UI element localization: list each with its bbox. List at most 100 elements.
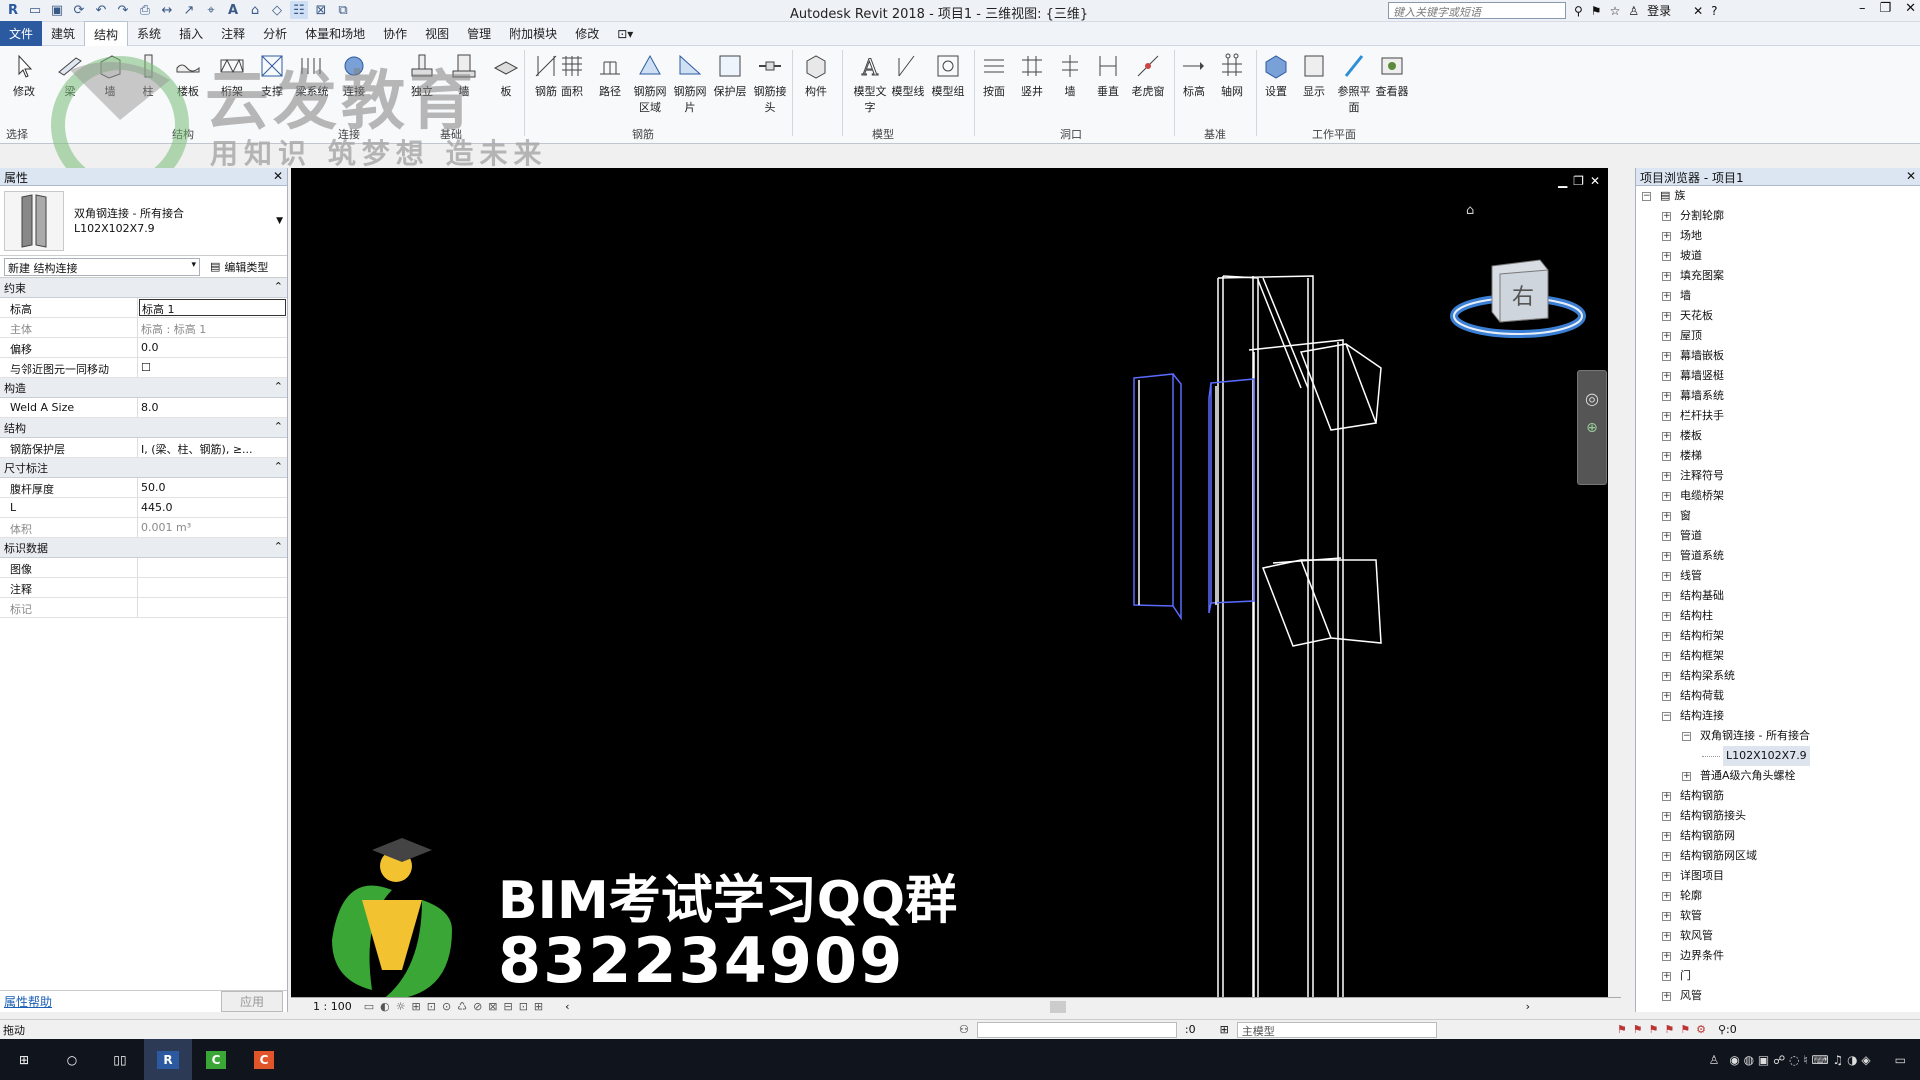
tree-item[interactable]: + 结构柱 xyxy=(1636,606,1920,626)
save-icon[interactable]: ▣ xyxy=(48,1,66,19)
property-group-header[interactable]: 约束 ⌃ xyxy=(0,278,287,298)
type-selector[interactable]: 双角钢连接 - 所有接合 L102X102X7.9 ▼ xyxy=(0,186,287,256)
tree-item[interactable]: + 结构荷载 xyxy=(1636,686,1920,706)
minimize-icon[interactable]: – xyxy=(1859,1,1866,16)
property-group-header[interactable]: 尺寸标注 ⌃ xyxy=(0,458,287,478)
collapse-icon[interactable]: − xyxy=(1642,191,1651,201)
expand-icon[interactable]: + xyxy=(1662,431,1671,441)
camtasia-taskbar-icon[interactable]: C xyxy=(192,1039,240,1080)
tree-item[interactable]: + 结构钢筋网区域 xyxy=(1636,846,1920,866)
steering-wheel-icon[interactable]: ◎ xyxy=(1578,389,1606,408)
cover-tool[interactable]: 保护层 xyxy=(712,52,748,99)
horizontal-scrollbar-thumb[interactable] xyxy=(1049,1000,1066,1013)
expand-icon[interactable]: + xyxy=(1662,531,1671,541)
property-value[interactable] xyxy=(138,558,287,577)
scroll-right-icon[interactable]: › xyxy=(1526,1000,1530,1013)
windows-start-icon[interactable]: ⊞ xyxy=(0,1039,48,1080)
model-text-tool[interactable]: A 模型文字 xyxy=(852,52,888,115)
expand-icon[interactable]: + xyxy=(1662,851,1671,861)
property-value[interactable]: 445.0 xyxy=(138,498,287,517)
design-option-select[interactable]: 主模型 xyxy=(1236,1021,1437,1038)
tree-item[interactable]: + 电缆桥架 xyxy=(1636,486,1920,506)
close-icon[interactable]: ✕ xyxy=(1905,1,1916,16)
expand-icon[interactable]: + xyxy=(1662,611,1671,621)
tree-item[interactable]: + 风管 xyxy=(1636,986,1920,1006)
coupler-tool[interactable]: 钢筋接头 xyxy=(752,52,788,115)
tree-item[interactable]: + 管道系统 xyxy=(1636,546,1920,566)
model-group-tool[interactable]: 模型组 xyxy=(930,52,966,99)
tree-item[interactable]: + 楼板 xyxy=(1636,426,1920,446)
show-workplane-tool[interactable]: 显示 xyxy=(1296,52,1332,99)
property-value[interactable]: 0.0 xyxy=(138,338,287,357)
view-scale[interactable]: 1 : 100 xyxy=(313,1000,352,1013)
switch-windows-icon[interactable]: ⧉ xyxy=(334,1,352,19)
design-options-icon[interactable]: ⊞ xyxy=(1220,1023,1229,1036)
expand-icon[interactable]: + xyxy=(1662,311,1671,321)
tree-item[interactable]: + 结构桁架 xyxy=(1636,626,1920,646)
expand-icon[interactable]: + xyxy=(1662,791,1671,801)
expand-icon[interactable]: + xyxy=(1662,511,1671,521)
dimension-icon[interactable]: ↗ xyxy=(180,1,198,19)
search-input[interactable]: 键入关键字或短语 xyxy=(1388,2,1566,19)
collapse-icon[interactable]: − xyxy=(1662,711,1671,721)
tree-item[interactable]: − 双角钢连接 - 所有接合 xyxy=(1636,726,1920,746)
expand-icon[interactable]: + xyxy=(1662,491,1671,501)
tree-item[interactable]: + 窗 xyxy=(1636,506,1920,526)
tree-item[interactable]: + 软管 xyxy=(1636,906,1920,926)
edit-type-button[interactable]: ▤ 编辑类型 xyxy=(210,259,268,275)
property-value[interactable]: 标高 1 xyxy=(139,299,286,316)
workset-select[interactable] xyxy=(976,1021,1177,1038)
ref-plane-tool[interactable]: 参照平面 xyxy=(1336,52,1372,115)
tree-item[interactable]: + 天花板 xyxy=(1636,306,1920,326)
tree-root[interactable]: − ▤ 族 xyxy=(1636,186,1920,206)
expand-icon[interactable]: + xyxy=(1662,471,1671,481)
expand-icon[interactable]: + xyxy=(1662,391,1671,401)
collapse-chevron-icon[interactable]: ⌃ xyxy=(274,280,283,295)
expand-icon[interactable]: + xyxy=(1662,691,1671,701)
grid-tool[interactable]: 轴网 xyxy=(1214,52,1250,99)
redo-icon[interactable]: ↷ xyxy=(114,1,132,19)
task-view-icon[interactable]: ▯▯ xyxy=(96,1039,144,1080)
undo-icon[interactable]: ↶ xyxy=(92,1,110,19)
fabric-area-tool[interactable]: 钢筋网区域 xyxy=(632,52,668,115)
tree-item[interactable]: + 填充图案 xyxy=(1636,266,1920,286)
recorder-taskbar-icon[interactable]: C xyxy=(240,1039,288,1080)
tree-item[interactable]: + 幕墙嵌板 xyxy=(1636,346,1920,366)
restore-icon[interactable]: ❐ xyxy=(1879,1,1891,16)
expand-icon[interactable]: + xyxy=(1662,871,1671,881)
tree-item[interactable]: + 管道 xyxy=(1636,526,1920,546)
expand-icon[interactable]: + xyxy=(1662,931,1671,941)
tree-item[interactable]: + 坡道 xyxy=(1636,246,1920,266)
property-value[interactable]: 50.0 xyxy=(138,478,287,497)
instance-filter-select[interactable]: 新建 结构连接 ▾ xyxy=(4,257,200,276)
expand-icon[interactable]: + xyxy=(1662,631,1671,641)
revit-logo-icon[interactable]: R xyxy=(4,1,22,19)
tree-item[interactable]: + 结构钢筋网 xyxy=(1636,826,1920,846)
property-value[interactable]: I, (梁、柱、钢筋), ≥... xyxy=(138,438,287,457)
expand-icon[interactable]: + xyxy=(1662,231,1671,241)
expand-icon[interactable]: + xyxy=(1662,571,1671,581)
set-workplane-tool[interactable]: 设置 xyxy=(1258,52,1294,99)
tree-item[interactable]: + 楼梯 xyxy=(1636,446,1920,466)
navigation-bar[interactable]: ◎ ⊕ xyxy=(1577,370,1607,485)
property-group-header[interactable]: 结构 ⌃ xyxy=(0,418,287,438)
3d-view-icon[interactable]: ⌂ xyxy=(246,1,264,19)
model-line-tool[interactable]: 模型线 xyxy=(890,52,926,99)
expand-icon[interactable]: + xyxy=(1662,811,1671,821)
tab-view[interactable]: 视图 xyxy=(416,21,458,46)
property-group-header[interactable]: 标识数据 ⌃ xyxy=(0,538,287,558)
properties-help-link[interactable]: 属性帮助 xyxy=(4,993,52,1010)
tab-modify[interactable]: 修改 xyxy=(566,21,608,46)
collapse-icon[interactable]: − xyxy=(1682,731,1691,741)
shaft-tool[interactable]: 竖井 xyxy=(1014,52,1050,99)
filter-icon[interactable]: ⚲ xyxy=(1718,1023,1726,1036)
tray-icons[interactable]: ◉ ◍ ▣ ☍ ◌ ♮ ⌨ ♫ ◑ ◈ xyxy=(1729,1053,1870,1067)
tab-annotate[interactable]: 注释 xyxy=(212,21,254,46)
expand-icon[interactable]: + xyxy=(1662,371,1671,381)
expand-icon[interactable]: + xyxy=(1662,271,1671,281)
collapse-chevron-icon[interactable]: ⌃ xyxy=(274,420,283,435)
property-group-header[interactable]: 构造 ⌃ xyxy=(0,378,287,398)
binoculars-icon[interactable]: ⚲ xyxy=(1574,4,1583,18)
collapse-chevron-icon[interactable]: ⌃ xyxy=(274,460,283,475)
wall-opening-tool[interactable]: 墙 xyxy=(1052,52,1088,99)
